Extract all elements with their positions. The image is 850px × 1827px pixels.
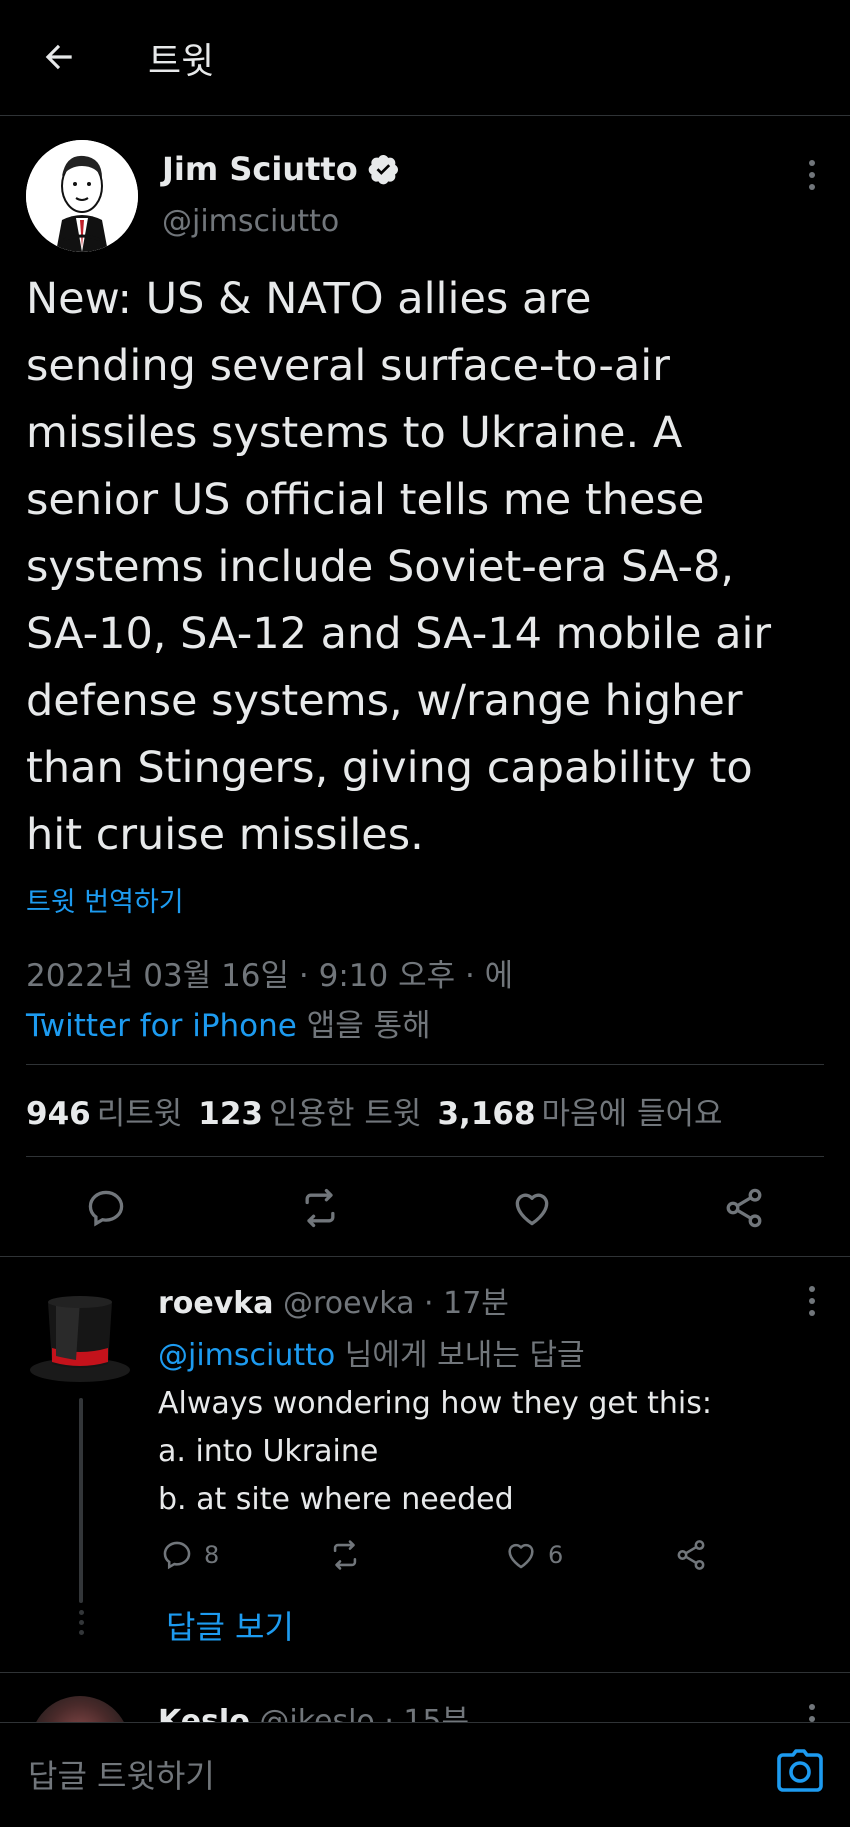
divider: [26, 1064, 824, 1065]
like-heart-icon: [508, 1543, 534, 1569]
reply-like-count: 6: [548, 1541, 564, 1569]
engagement-stats: 946 리트윗 123 인용한 트윗 3,168 마음에 들어요: [26, 1088, 723, 1133]
reply-reply-button[interactable]: 8: [160, 1538, 219, 1572]
reply-header[interactable]: roevka @roevka · 17분: [158, 1278, 509, 1322]
tweet-text-line: hit cruise missiles.: [26, 810, 424, 860]
source-app-link[interactable]: Twitter for iPhone: [26, 1008, 297, 1044]
author-avatar[interactable]: [26, 140, 138, 252]
tweet-text-line: than Stingers, giving capability to: [26, 743, 753, 793]
retweet-icon: [333, 1540, 357, 1570]
back-arrow-icon[interactable]: [40, 38, 78, 76]
translate-tweet-link[interactable]: 트윗 번역하기: [26, 880, 184, 919]
share-icon: [677, 1540, 705, 1570]
divider: [0, 1256, 850, 1257]
reply-handle-time: @roevka · 17분: [273, 1286, 509, 1321]
like-heart-icon[interactable]: [510, 1186, 554, 1230]
share-icon[interactable]: [722, 1186, 766, 1230]
reply-icon[interactable]: [84, 1186, 128, 1230]
reply-composer-placeholder[interactable]: 답글 트윗하기: [28, 1751, 215, 1797]
retweet-icon[interactable]: [298, 1186, 342, 1230]
reply-author-name: roevka: [158, 1286, 274, 1321]
tweet-text-line: senior US official tells me these: [26, 475, 705, 525]
page-title: 트윗: [148, 41, 215, 82]
author-handle[interactable]: @jimsciutto: [162, 204, 339, 239]
reply-text-line: Always wondering how they get this:: [158, 1386, 712, 1421]
reply-composer[interactable]: 답글 트윗하기: [0, 1722, 850, 1827]
tweet-source: Twitter for iPhone 앱을 통해: [26, 1000, 431, 1045]
top-hat-icon: [30, 1296, 130, 1382]
verified-badge-icon: [368, 155, 398, 185]
tweet-action-bar: [0, 1180, 850, 1236]
caricature-avatar-icon: [26, 140, 138, 252]
tweet-text-line: SA-10, SA-12 and SA-14 mobile air: [26, 609, 772, 659]
reply-action-bar: 8 6: [158, 1538, 758, 1582]
more-options-icon[interactable]: [808, 160, 816, 196]
top-app-bar: 트윗: [0, 0, 850, 116]
replying-to: @jimsciutto 님에게 보내는 답글: [158, 1330, 585, 1374]
replying-to-handle-link[interactable]: @jimsciutto: [158, 1338, 335, 1373]
retweets-stat[interactable]: 946 리트윗: [26, 1088, 182, 1133]
thread-connector-line: [79, 1398, 83, 1603]
reply-like-button[interactable]: 6: [504, 1538, 563, 1572]
likes-count: 3,168: [437, 1096, 536, 1132]
tweet-text-line: New: US & NATO allies are: [26, 274, 592, 324]
quotes-stat[interactable]: 123 인용한 트윗: [198, 1088, 421, 1133]
likes-stat[interactable]: 3,168 마음에 들어요: [437, 1088, 722, 1133]
divider: [0, 1672, 850, 1673]
tweet-text-line: defense systems, w/range higher: [26, 676, 743, 726]
quotes-count: 123: [198, 1096, 263, 1132]
reply-author-avatar[interactable]: [28, 1290, 132, 1386]
replying-to-suffix: 님에게 보내는 답글: [335, 1338, 585, 1373]
tweet-text: New: US & NATO allies are sending severa…: [26, 266, 826, 869]
tweet-text-line: missiles systems to Ukraine. A: [26, 408, 683, 458]
tweet-timestamp[interactable]: 2022년 03월 16일 · 9:10 오후 · 에: [26, 950, 513, 995]
camera-icon[interactable]: [776, 1749, 824, 1793]
view-replies-link[interactable]: 답글 보기: [166, 1602, 294, 1648]
reply-text-line: a. into Ukraine: [158, 1434, 379, 1469]
tweet-text-line: systems include Soviet-era SA-8,: [26, 542, 735, 592]
thread-continuation-dots: [77, 1610, 85, 1640]
likes-label: 마음에 들어요: [541, 1096, 723, 1132]
reply-text: Always wondering how they get this: a. i…: [158, 1380, 712, 1524]
reply-more-options-icon[interactable]: [808, 1286, 816, 1322]
reply-icon: [163, 1541, 191, 1570]
source-suffix: 앱을 통해: [296, 1008, 431, 1044]
author-name[interactable]: Jim Sciutto: [162, 150, 400, 188]
quotes-label: 인용한 트윗: [269, 1096, 422, 1132]
retweets-label: 리트윗: [96, 1096, 183, 1132]
author-name-text: Jim Sciutto: [162, 150, 358, 188]
reply-text-line: b. at site where needed: [158, 1482, 514, 1517]
tweet-text-line: sending several surface-to-air: [26, 341, 670, 391]
reply-reply-count: 8: [204, 1541, 220, 1569]
reply-share-button[interactable]: [674, 1538, 708, 1572]
divider: [26, 1156, 824, 1157]
retweets-count: 946: [26, 1096, 91, 1132]
reply-retweet-button[interactable]: [328, 1538, 362, 1572]
